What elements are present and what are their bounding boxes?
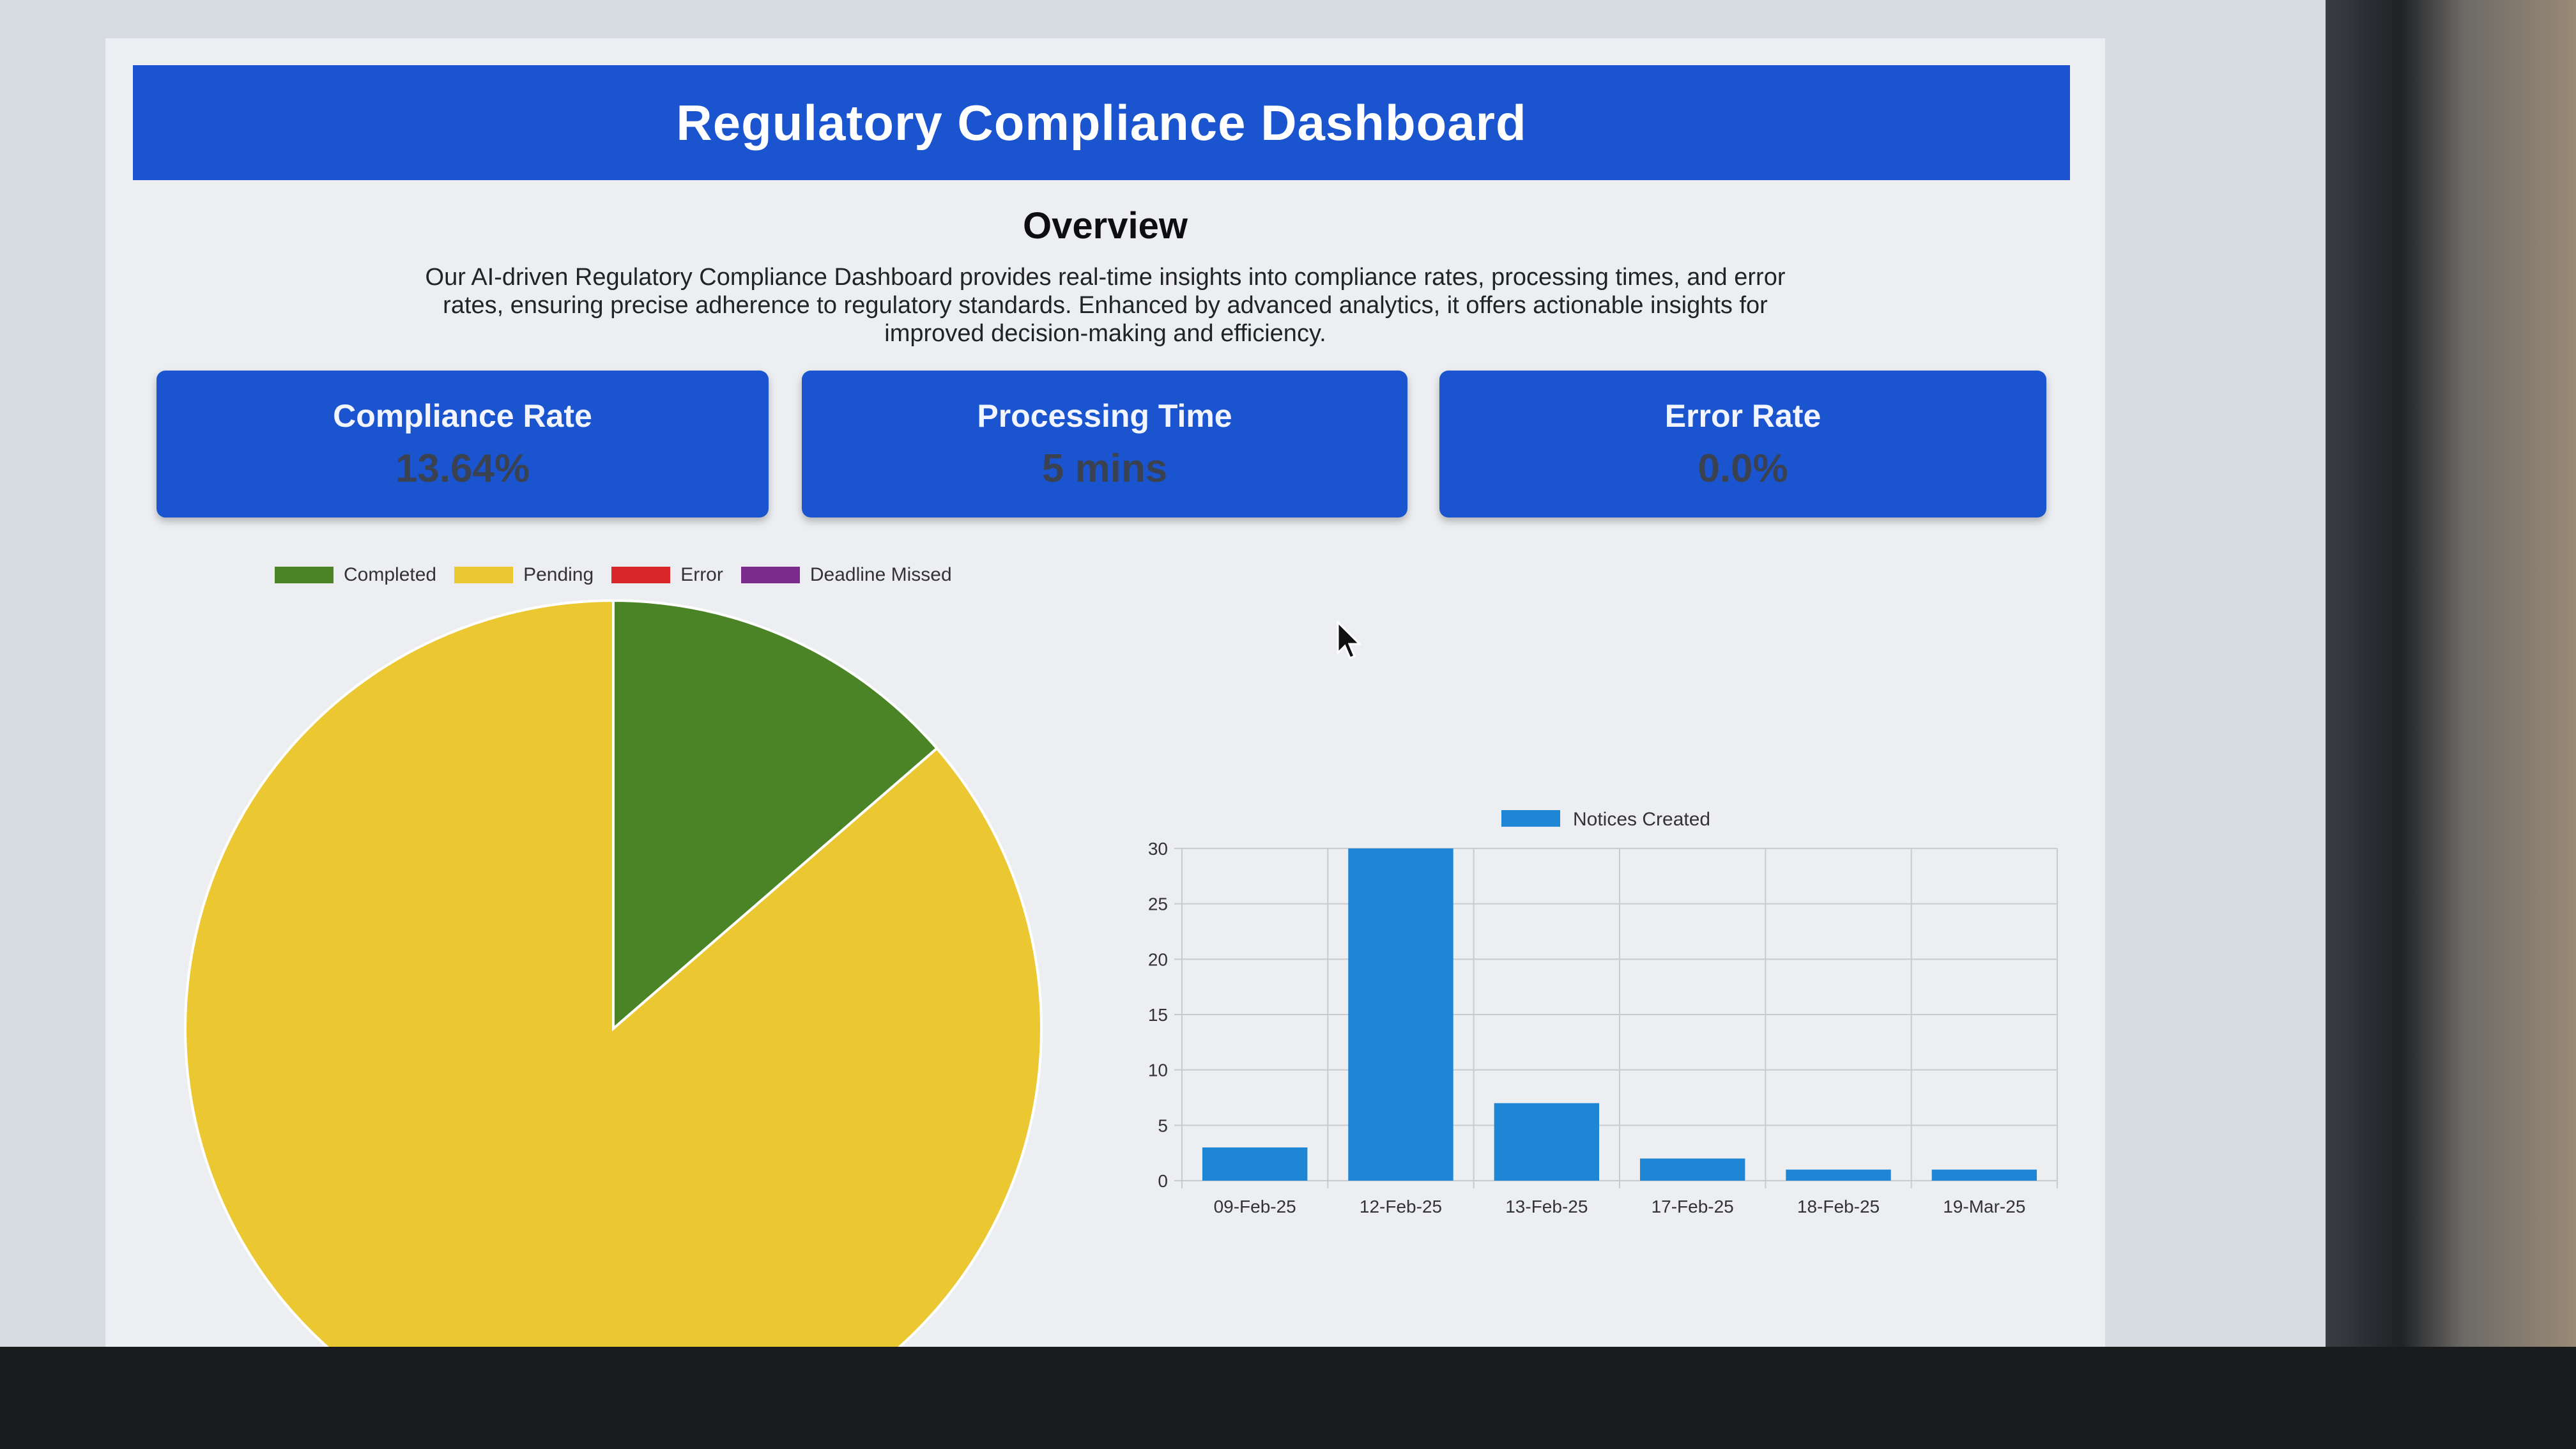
kpi-card-error-rate: Error Rate 0.0% (1439, 371, 2046, 518)
legend-item-error[interactable]: Error (611, 564, 723, 586)
y-tick-label: 10 (1148, 1061, 1168, 1080)
bar-17-Feb-25[interactable] (1639, 1158, 1745, 1181)
y-tick-label: 20 (1148, 949, 1168, 969)
legend-label: Notices Created (1573, 809, 1710, 830)
bar-19-Mar-25[interactable] (1931, 1169, 2037, 1181)
bar-legend: Notices Created (1501, 809, 1710, 830)
screen: Regulatory Compliance Dashboard Overview… (0, 0, 2326, 1347)
legend-swatch (611, 567, 671, 583)
legend-item-pending[interactable]: Pending (454, 564, 594, 586)
legend-label: Completed (344, 564, 437, 585)
legend-label: Deadline Missed (809, 564, 952, 585)
x-tick-label: 09-Feb-25 (1214, 1197, 1296, 1216)
legend-swatch (275, 567, 334, 583)
kpi-label: Compliance Rate (333, 397, 592, 434)
overview-heading: Overview (1023, 205, 1188, 247)
legend-swatch (1501, 810, 1560, 827)
kpi-value: 13.64% (395, 446, 530, 491)
bar-12-Feb-25[interactable] (1348, 848, 1453, 1181)
x-tick-label: 12-Feb-25 (1360, 1197, 1442, 1216)
status-pie-chart (183, 599, 1043, 1347)
monitor-bezel-bottom (0, 1347, 2576, 1449)
page-title: Regulatory Compliance Dashboard (676, 94, 1527, 151)
bar-09-Feb-25[interactable] (1202, 1147, 1308, 1181)
kpi-card-processing-time: Processing Time 5 mins (802, 371, 1407, 518)
kpi-label: Processing Time (977, 397, 1232, 434)
monitor-bezel-right (2326, 0, 2576, 1449)
kpi-value: 0.0% (1698, 446, 1788, 491)
x-tick-label: 18-Feb-25 (1797, 1197, 1880, 1216)
mouse-pointer-icon (1337, 621, 1362, 659)
pie-slice-pending[interactable] (183, 599, 1043, 1347)
y-tick-label: 25 (1148, 894, 1168, 914)
header-banner: Regulatory Compliance Dashboard (133, 65, 2070, 180)
legend-item-completed[interactable]: Completed (275, 564, 436, 586)
overview-description: Our AI-driven Regulatory Compliance Dash… (425, 264, 1786, 347)
bar-18-Feb-25[interactable] (1786, 1169, 1891, 1181)
legend-label: Error (680, 564, 723, 585)
x-tick-label: 17-Feb-25 (1652, 1197, 1734, 1216)
y-tick-label: 30 (1148, 839, 1168, 859)
y-tick-label: 15 (1148, 1005, 1168, 1025)
pie-legend: Completed Pending Error Deadline Missed (275, 562, 952, 588)
bar-13-Feb-25[interactable] (1494, 1103, 1600, 1181)
legend-item-deadline-missed[interactable]: Deadline Missed (740, 564, 952, 586)
kpi-card-compliance-rate: Compliance Rate 13.64% (157, 371, 769, 518)
y-tick-label: 5 (1158, 1116, 1168, 1135)
kpi-value: 5 mins (1041, 446, 1168, 491)
y-tick-label: 0 (1158, 1171, 1168, 1191)
notices-bar-chart: Notices Created 0 5 10 15 20 25 30 09-Feb-25 12-F… (1148, 809, 2058, 1216)
x-tick-label: 13-Feb-25 (1505, 1197, 1588, 1216)
legend-swatch (454, 567, 514, 583)
legend-swatch (740, 567, 800, 583)
kpi-label: Error Rate (1664, 397, 1821, 434)
x-tick-label: 19-Mar-25 (1943, 1197, 2025, 1216)
legend-label: Pending (523, 564, 594, 585)
